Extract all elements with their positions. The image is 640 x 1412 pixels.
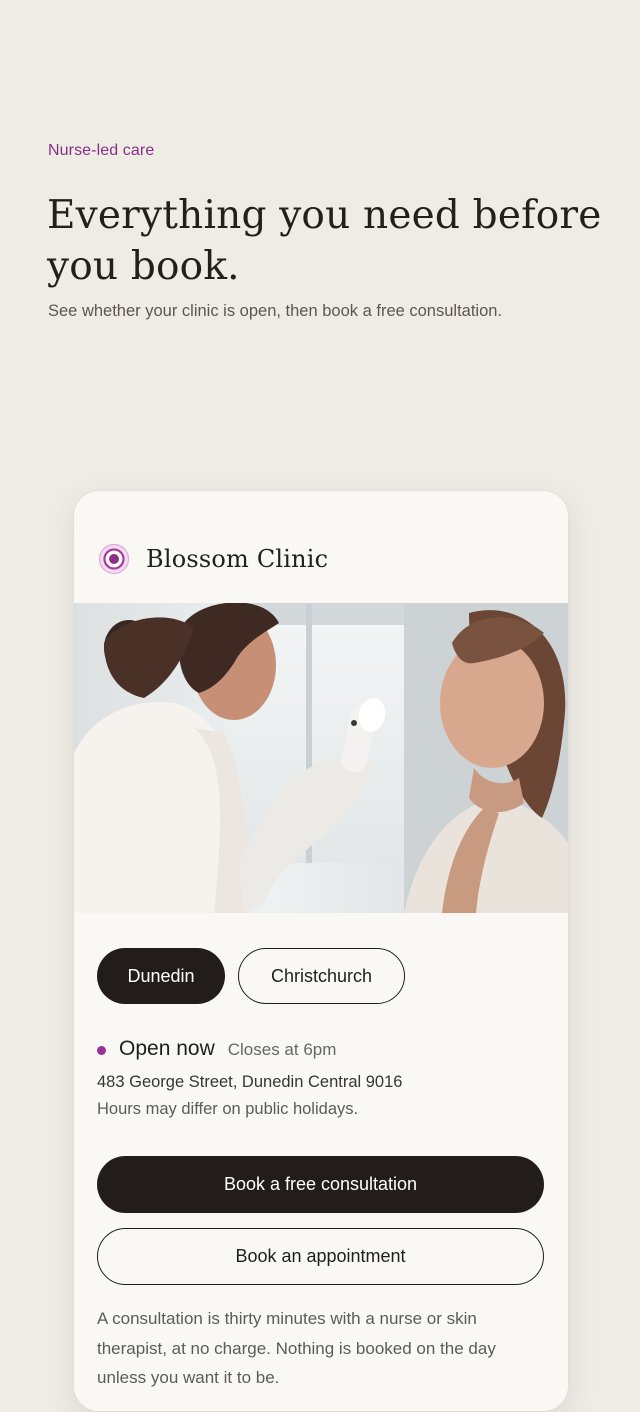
- clinic-card: Blossom Clinic Dunedin Christchurch Open…: [73, 490, 569, 1412]
- page-headline: Everything you need before you book.: [47, 193, 602, 289]
- consultation-photo: [74, 603, 568, 913]
- clinic-status: Open now Closes at 6pm: [97, 1036, 336, 1062]
- tab-dunedin[interactable]: Dunedin: [97, 948, 225, 1004]
- page-subline: See whether your clinic is open, then bo…: [48, 302, 503, 320]
- book-consultation-button[interactable]: Book a free consultation: [97, 1156, 544, 1213]
- blossom-logo-icon: [98, 543, 130, 575]
- status-closing-time: Closes at 6pm: [227, 1040, 337, 1059]
- book-appointment-button[interactable]: Book an appointment: [97, 1228, 544, 1285]
- eyebrow-label: Nurse-led care: [48, 142, 155, 159]
- clinic-address: 483 George Street, Dunedin Central 9016: [97, 1073, 403, 1091]
- location-tabs: Dunedin Christchurch: [97, 948, 405, 1004]
- status-open-label: Open now: [119, 1037, 215, 1060]
- clinic-brand: Blossom Clinic: [98, 541, 328, 577]
- hours-note: Hours may differ on public holidays.: [97, 1100, 359, 1118]
- status-dot-icon: [97, 1046, 106, 1055]
- tab-christchurch[interactable]: Christchurch: [238, 948, 405, 1004]
- clinic-name: Blossom Clinic: [146, 545, 329, 573]
- consultation-note: A consultation is thirty minutes with a …: [97, 1309, 496, 1387]
